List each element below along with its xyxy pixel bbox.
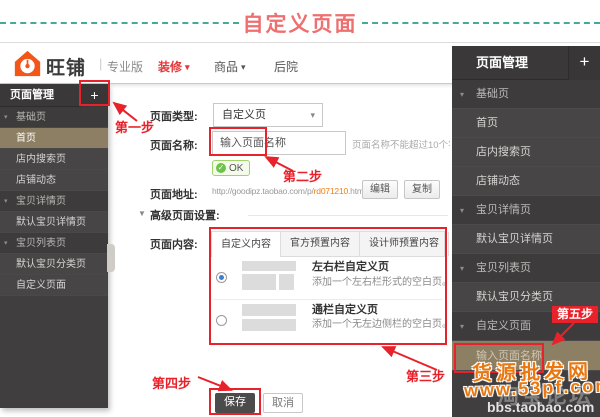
sidebar-item-item-detail-pages[interactable]: 宝贝详情页 bbox=[0, 191, 108, 212]
sidebar-collapse-handle[interactable] bbox=[107, 244, 115, 272]
brand-name: 旺铺 bbox=[46, 53, 86, 80]
sidebar-item-default-item-category[interactable]: 默认宝贝分类页 bbox=[452, 283, 600, 312]
sidebar-item-home[interactable]: 首页 bbox=[0, 128, 108, 149]
save-button[interactable]: 保存 bbox=[215, 393, 255, 413]
page-type-select[interactable]: 自定义页 bbox=[213, 103, 323, 127]
radio-full-width-page[interactable] bbox=[216, 315, 227, 326]
option-title: 左右栏自定义页 bbox=[312, 258, 389, 274]
sidebar-item-basic-pages[interactable]: 基础页 bbox=[452, 80, 600, 109]
page-type-label: 页面类型: bbox=[150, 108, 198, 124]
dashed-line-left bbox=[0, 22, 239, 24]
cancel-button[interactable]: 取消 bbox=[263, 393, 303, 413]
page-title: 自定义页面 bbox=[243, 8, 358, 38]
content-tabs: 自定义内容 官方预置内容 设计师预置内容 bbox=[211, 231, 445, 257]
add-page-button[interactable]: + bbox=[568, 46, 600, 80]
chevron-down-icon: ▼ bbox=[138, 209, 146, 218]
page-name-hint: 页面名称不能超过10个字,建议 bbox=[352, 137, 450, 151]
left-sidebar-header: 页面管理 + bbox=[0, 84, 108, 107]
sidebar-item-custom-page[interactable]: 自定义页面 bbox=[452, 312, 600, 341]
left-sidebar: 页面管理 + 基础页 首页 店内搜索页 店铺动态 宝贝详情页 默认宝贝详情页 宝… bbox=[0, 84, 108, 408]
sidebar-item-default-item-detail[interactable]: 默认宝贝详情页 bbox=[452, 225, 600, 254]
url-id-highlight: rd071210 bbox=[314, 186, 348, 196]
check-icon: ✓ bbox=[216, 163, 226, 173]
sidebar-item-item-detail-pages[interactable]: 宝贝详情页 bbox=[452, 196, 600, 225]
divider bbox=[213, 299, 443, 300]
right-sidebar-title: 页面管理 bbox=[476, 46, 528, 80]
dashed-line-right bbox=[362, 22, 600, 24]
sidebar-item-shop-updates[interactable]: 店铺动态 bbox=[0, 170, 108, 191]
layout-thumbnail-full-width bbox=[242, 304, 296, 334]
sidebar-item-home[interactable]: 首页 bbox=[452, 109, 600, 138]
sidebar-item-new-custom-page[interactable]: 输入页面名称 bbox=[452, 341, 600, 371]
add-page-button[interactable]: + bbox=[80, 84, 108, 107]
wangpu-logo-icon bbox=[14, 50, 41, 77]
edit-url-button[interactable]: 编辑 bbox=[362, 180, 398, 199]
tab-custom-content[interactable]: 自定义内容 bbox=[212, 231, 281, 257]
page-url-label: 页面地址: bbox=[150, 186, 198, 202]
advanced-settings-label[interactable]: 高级页面设置: bbox=[150, 207, 220, 223]
sidebar-item-basic-pages[interactable]: 基础页 bbox=[0, 107, 108, 128]
chevron-down-icon bbox=[238, 60, 246, 74]
sidebar-item-default-item-category[interactable]: 默认宝贝分类页 bbox=[0, 254, 108, 275]
sidebar-item-item-list-pages[interactable]: 宝贝列表页 bbox=[452, 254, 600, 283]
page: 自定义页面 旺铺 | 专业版 装修 商品 后院 页面管理 + 基础页 首页 店内… bbox=[0, 0, 600, 417]
page-name-label: 页面名称: bbox=[150, 137, 198, 153]
chevron-down-icon bbox=[182, 60, 190, 74]
layout-thumbnail-two-column bbox=[242, 261, 296, 293]
nav-decorate[interactable]: 装修 bbox=[158, 58, 190, 75]
sidebar-item-shop-search[interactable]: 店内搜索页 bbox=[452, 138, 600, 167]
nav-products[interactable]: 商品 bbox=[214, 58, 246, 75]
sidebar-item-custom-page[interactable]: 自定义页面 bbox=[0, 275, 108, 296]
page-content-label: 页面内容: bbox=[150, 236, 198, 252]
nav-backyard[interactable]: 后院 bbox=[274, 58, 298, 75]
radio-left-right-column-page[interactable] bbox=[216, 272, 227, 283]
option-desc: 添加一个无左边侧栏的空白页。 bbox=[312, 315, 452, 330]
tutorial-title-row: 自定义页面 bbox=[0, 8, 600, 38]
left-sidebar-title: 页面管理 bbox=[10, 84, 54, 107]
sidebar-item-shop-updates[interactable]: 店铺动态 bbox=[452, 167, 600, 196]
edition-label: 专业版 bbox=[107, 58, 143, 75]
page-name-input[interactable]: 输入页面名称 bbox=[212, 131, 346, 155]
ok-button[interactable]: ✓ OK bbox=[212, 160, 250, 176]
sidebar-item-default-item-detail[interactable]: 默认宝贝详情页 bbox=[0, 212, 108, 233]
tab-designer-preset-content[interactable]: 设计师预置内容 bbox=[360, 232, 449, 256]
page-url-value: http://goodipz.taobao.com/p/rd071210.htm bbox=[212, 186, 364, 196]
divider bbox=[248, 215, 448, 216]
sidebar-item-shop-search[interactable]: 店内搜索页 bbox=[0, 149, 108, 170]
right-sidebar-header: 页面管理 + bbox=[452, 46, 600, 80]
brand-divider: | bbox=[99, 56, 102, 71]
tab-official-preset-content[interactable]: 官方预置内容 bbox=[281, 232, 360, 256]
option-desc: 添加一个左右栏形式的空白页。 bbox=[312, 273, 452, 288]
sidebar-item-item-list-pages[interactable]: 宝贝列表页 bbox=[0, 233, 108, 254]
right-sidebar: 页面管理 + 基础页 首页 店内搜索页 店铺动态 宝贝详情页 默认宝贝详情页 宝… bbox=[452, 46, 600, 417]
copy-url-button[interactable]: 复制 bbox=[404, 180, 440, 199]
